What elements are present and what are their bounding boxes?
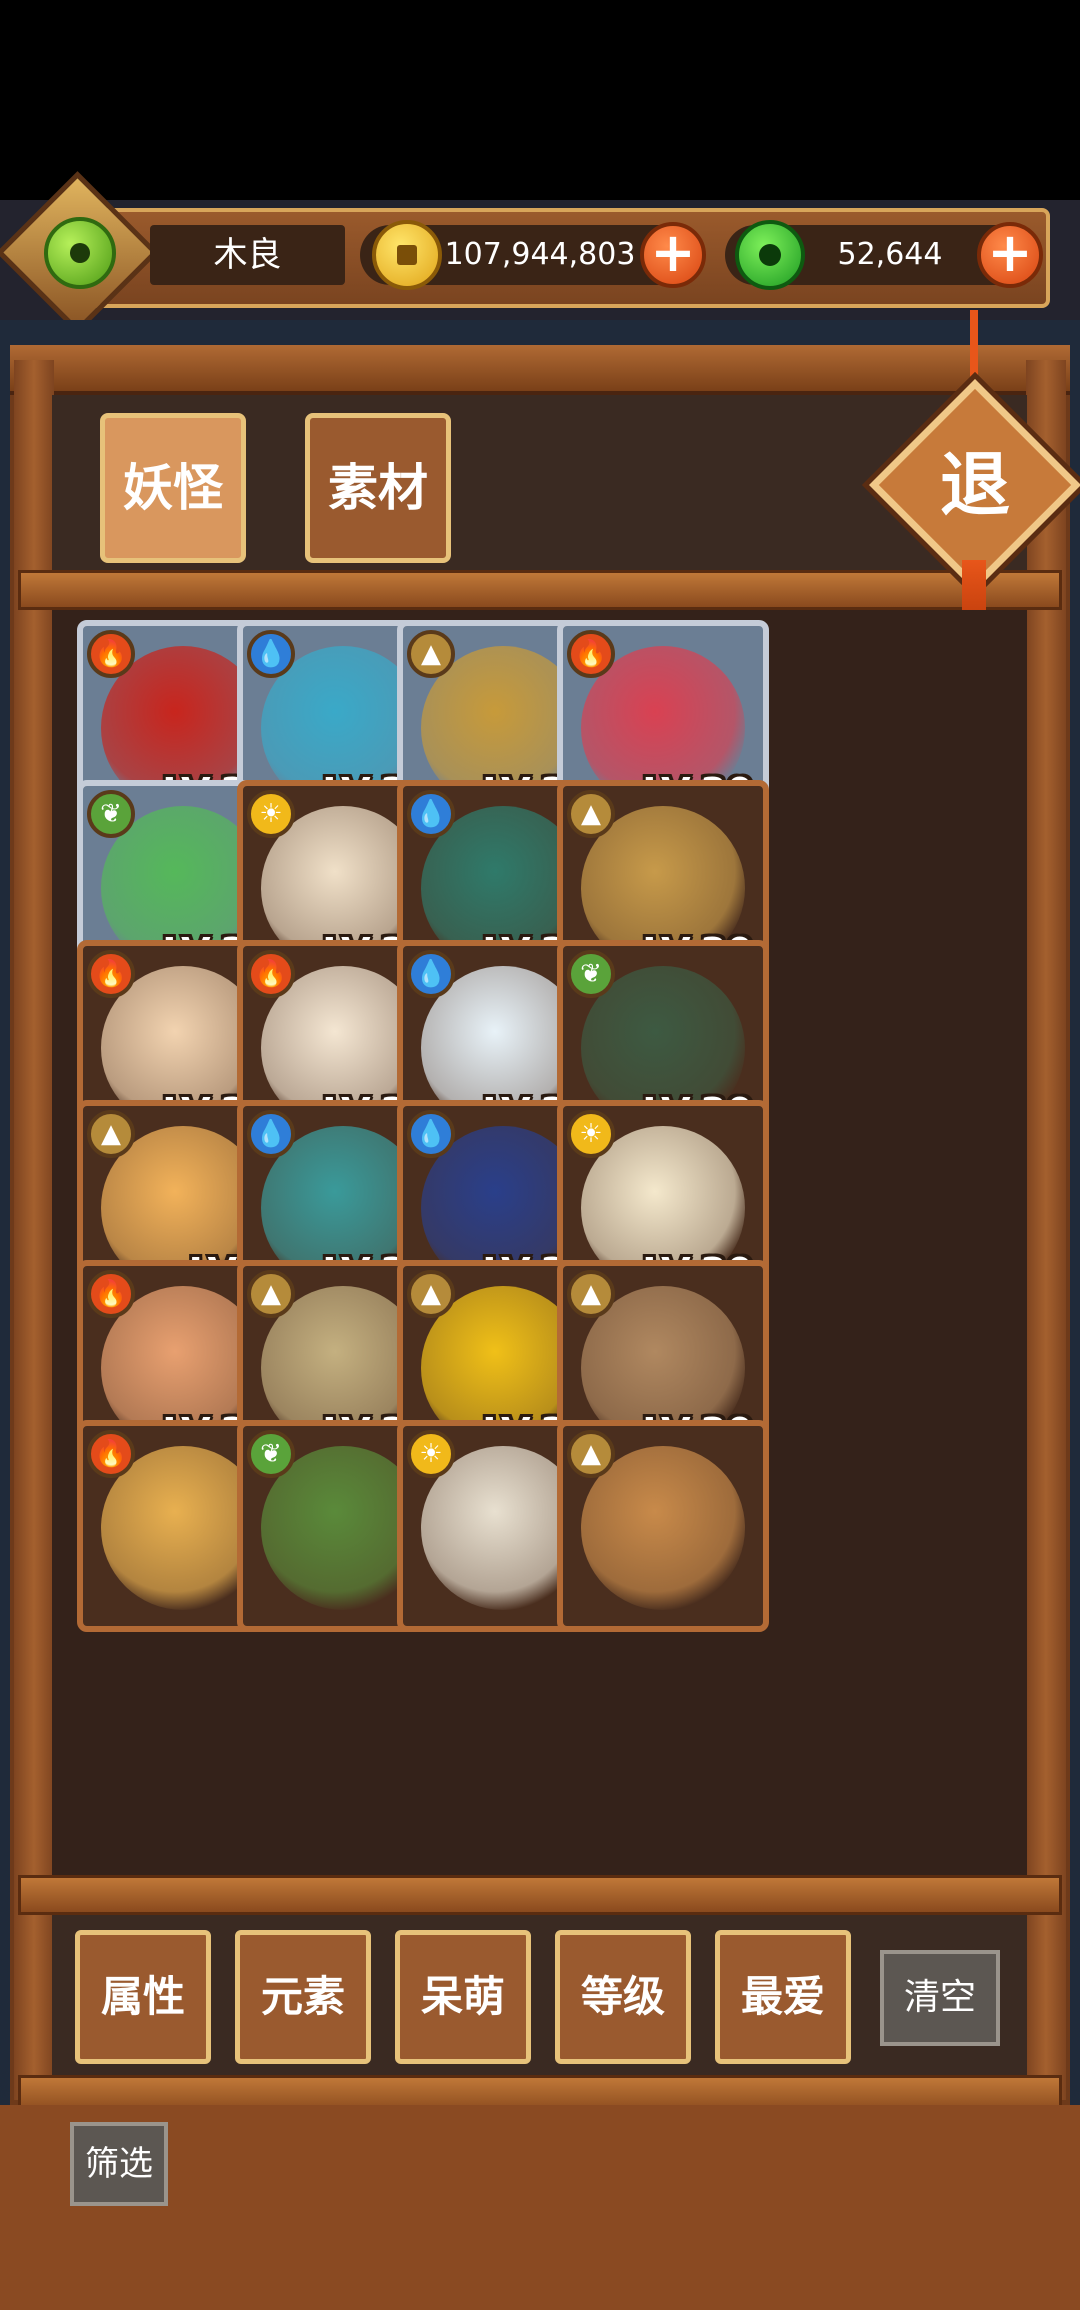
sort-filter-button[interactable]: 筛选 <box>70 2122 168 2206</box>
jade-gem-icon <box>735 220 805 290</box>
sun-icon: ☀ <box>407 1430 455 1478</box>
gem-amount: 52,644 <box>837 237 943 272</box>
filter-element-button[interactable]: 元素 <box>235 1930 371 2064</box>
mountain-icon: ▲ <box>247 1270 295 1318</box>
mountain-icon: ▲ <box>87 1110 135 1158</box>
fire-icon: 🔥 <box>87 950 135 998</box>
cabinet-top-plank <box>10 345 1070 395</box>
tab-monsters[interactable]: 妖怪 <box>100 413 246 563</box>
filter-cute-button[interactable]: 呆萌 <box>395 1930 531 2064</box>
tab-divider-plank <box>18 570 1062 610</box>
sun-icon: ☀ <box>247 790 295 838</box>
add-gold-button[interactable]: + <box>640 222 706 288</box>
fire-icon: 🔥 <box>87 1270 135 1318</box>
fire-icon: 🔥 <box>87 1430 135 1478</box>
leaf-icon: ❦ <box>87 790 135 838</box>
filter-attribute-button[interactable]: 属性 <box>75 1930 211 2064</box>
filter-level-button[interactable]: 等级 <box>555 1930 691 2064</box>
water-drop-icon: 💧 <box>407 790 455 838</box>
sun-icon: ☀ <box>567 1110 615 1158</box>
right-post <box>1026 360 1066 2100</box>
gold-amount: 107,944,803 <box>444 237 636 272</box>
mountain-icon: ▲ <box>407 1270 455 1318</box>
tab-materials[interactable]: 素材 <box>305 413 451 563</box>
water-drop-icon: 💧 <box>407 1110 455 1158</box>
leaf-icon: ❦ <box>567 950 615 998</box>
gold-coin-icon <box>372 220 442 290</box>
mountain-icon: ▲ <box>567 1270 615 1318</box>
leaf-icon: ❦ <box>247 1430 295 1478</box>
fire-icon: 🔥 <box>567 630 615 678</box>
water-drop-icon: 💧 <box>247 1110 295 1158</box>
mountain-icon: ▲ <box>567 790 615 838</box>
jade-coin-avatar-icon[interactable] <box>44 217 116 289</box>
clear-filter-button[interactable]: 清空 <box>880 1950 1000 2046</box>
filter-favorite-button[interactable]: 最爱 <box>715 1930 851 2064</box>
mountain-icon: ▲ <box>567 1430 615 1478</box>
water-drop-icon: 💧 <box>247 630 295 678</box>
mountain-icon: ▲ <box>407 630 455 678</box>
quit-button-label[interactable]: 退 <box>900 410 1050 560</box>
monster-card[interactable]: ▲ <box>557 1420 769 1632</box>
water-drop-icon: 💧 <box>407 950 455 998</box>
left-post <box>14 360 54 2100</box>
add-gem-button[interactable]: + <box>977 222 1043 288</box>
fire-icon: 🔥 <box>247 950 295 998</box>
grid-bottom-plank <box>18 1875 1062 1915</box>
player-name: 木良 <box>150 225 345 285</box>
monster-grid[interactable]: 🔥LV.30💧LV.30▲LV.30🔥LV.30❦LV.30☀LV.30💧LV.… <box>52 610 1027 1875</box>
fire-icon: 🔥 <box>87 630 135 678</box>
